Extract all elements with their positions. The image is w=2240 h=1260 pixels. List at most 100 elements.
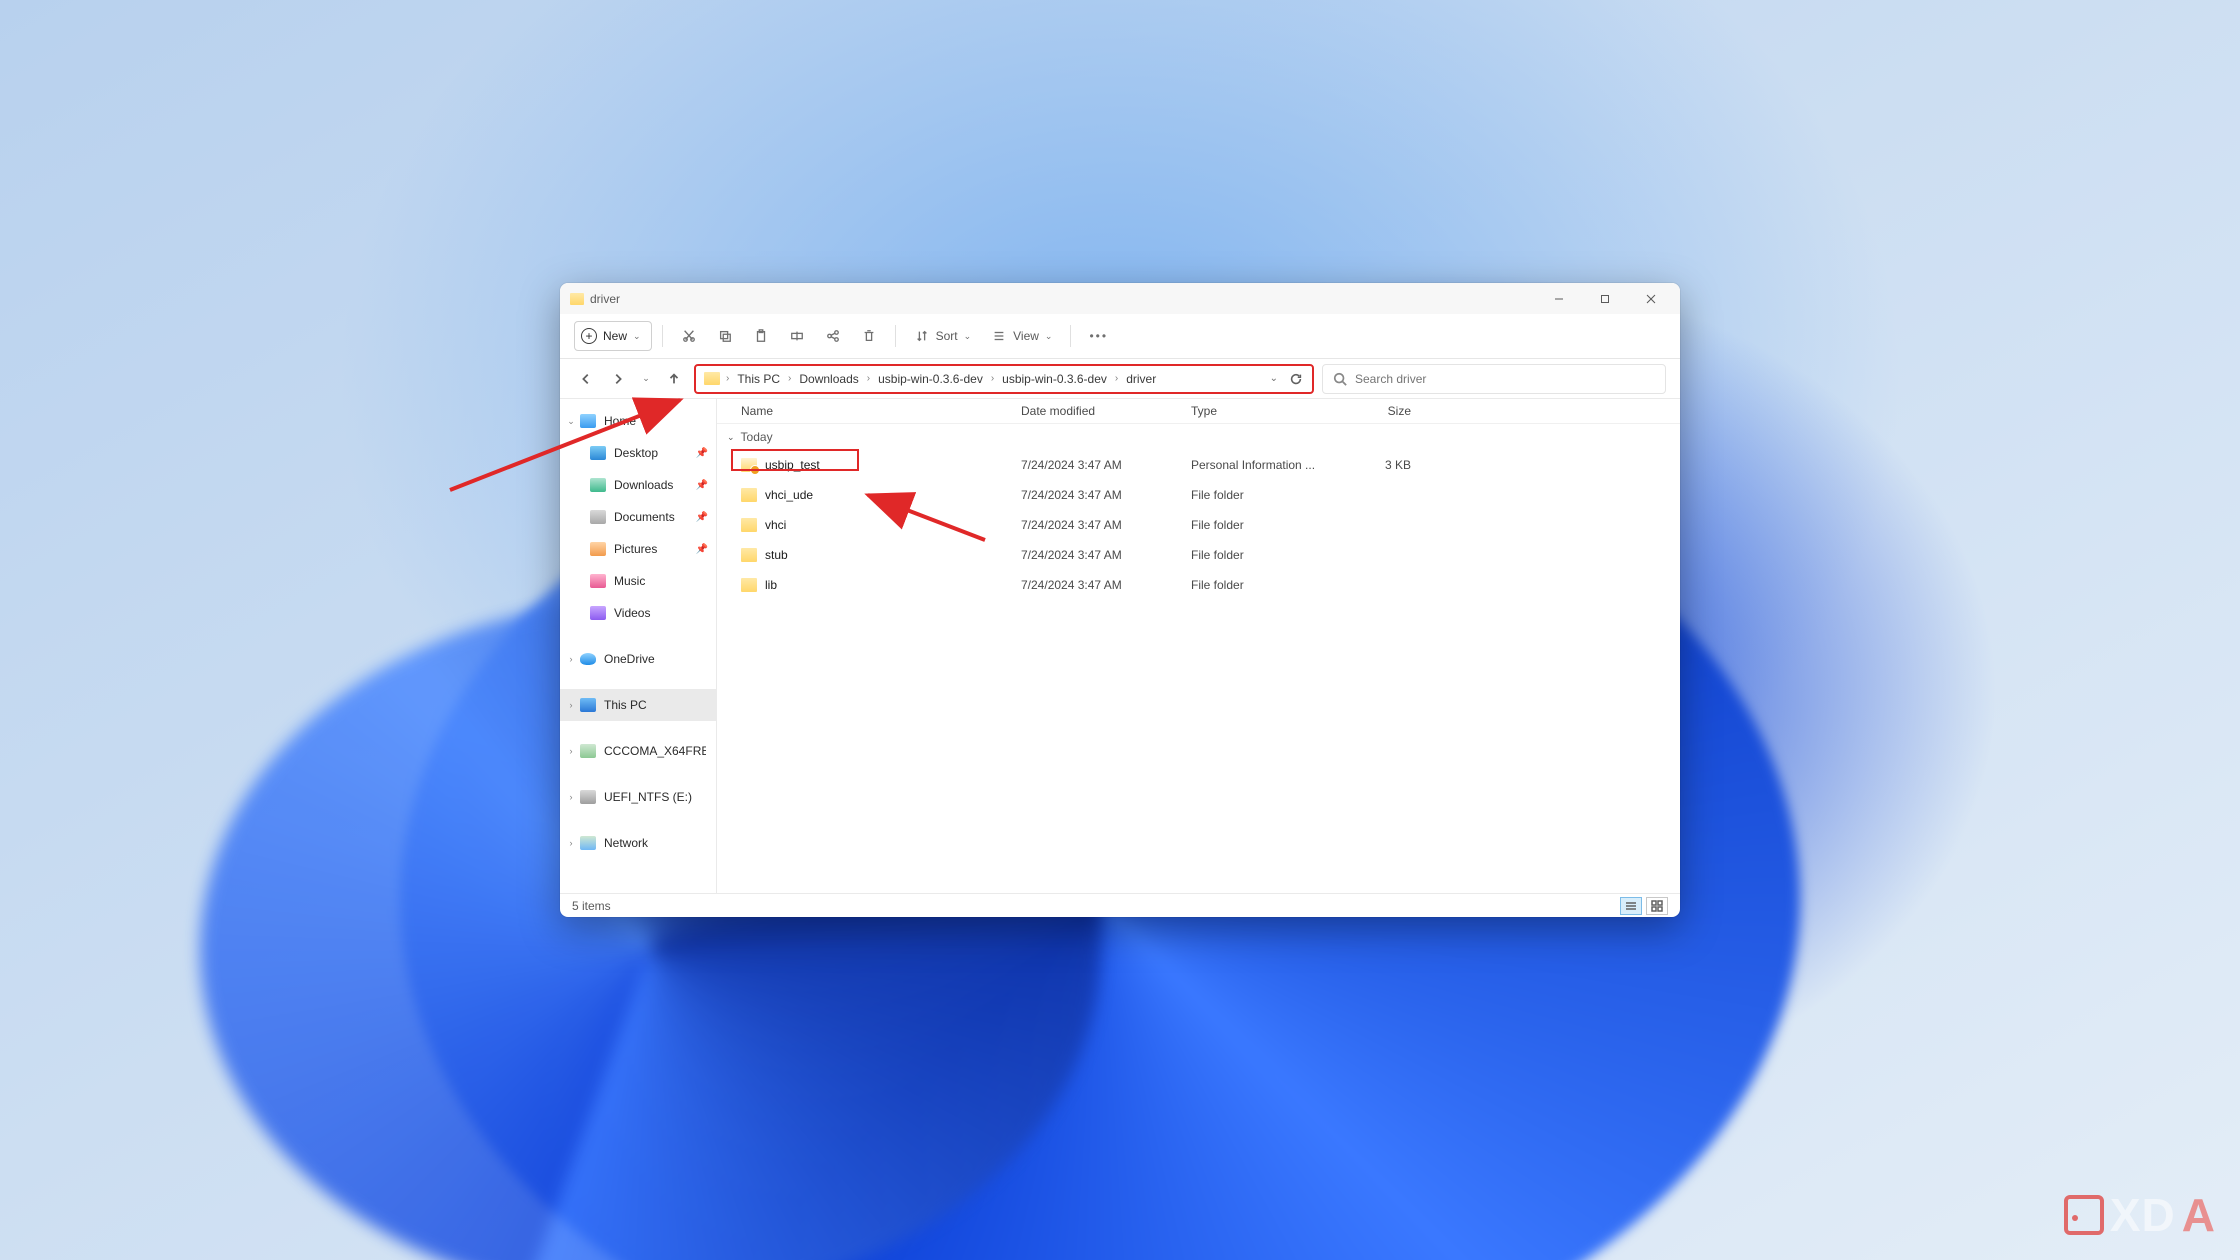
sidebar-label: Pictures [614,542,657,556]
explorer-window: driver + New ⌄ Sort ⌄ [560,283,1680,917]
sidebar-item-documents[interactable]: Documents 📌 [560,501,716,533]
folder-icon [570,293,584,305]
sidebar-item-network[interactable]: › Network [560,827,716,859]
sidebar-item-home[interactable]: ⌄ Home [560,405,716,437]
chevron-right-icon: › [989,373,996,384]
file-name: vhci_ude [765,488,813,502]
paste-button[interactable] [745,321,777,351]
search-box[interactable] [1322,364,1666,394]
minimize-button[interactable] [1536,283,1582,314]
chevron-down-icon: ⌄ [566,416,576,427]
recent-button[interactable]: ⌄ [638,367,654,391]
onedrive-icon [580,653,596,665]
file-type: File folder [1191,548,1331,562]
column-size[interactable]: Size [1331,404,1441,418]
documents-icon [590,510,606,524]
share-icon [825,328,841,344]
sidebar-label: This PC [604,698,647,712]
forward-button[interactable] [606,367,630,391]
pin-icon: 📌 [696,448,708,459]
file-name: vhci [765,518,786,532]
file-row[interactable]: vhci_ude 7/24/2024 3:47 AM File folder [717,480,1680,510]
address-bar[interactable]: › This PC › Downloads › usbip-win-0.3.6-… [694,364,1314,394]
file-row[interactable]: usbip_test 7/24/2024 3:47 AM Personal In… [717,450,1680,480]
large-icons-view-button[interactable] [1646,897,1668,915]
file-name: lib [765,578,777,592]
xda-watermark: XDA [2064,1188,2216,1242]
sidebar-item-pictures[interactable]: Pictures 📌 [560,533,716,565]
details-view-button[interactable] [1620,897,1642,915]
refresh-button[interactable] [1288,371,1304,387]
chevron-right-icon: › [566,838,576,848]
file-row[interactable]: lib 7/24/2024 3:47 AM File folder [717,570,1680,600]
sidebar-label: Desktop [614,446,658,460]
sort-label: Sort [936,329,958,343]
disk-icon [580,744,596,758]
folder-icon [741,488,757,502]
sidebar-label: OneDrive [604,652,655,666]
breadcrumb-item[interactable]: Downloads [797,372,860,386]
up-button[interactable] [662,367,686,391]
item-count: 5 items [572,899,611,913]
sidebar-item-videos[interactable]: Videos [560,597,716,629]
sidebar-item-drive[interactable]: › CCCOMA_X64FRE_E [560,735,716,767]
certificate-icon [741,458,757,472]
sidebar-label: Network [604,836,648,850]
sidebar-label: Music [614,574,645,588]
file-type: File folder [1191,488,1331,502]
sidebar-label: CCCOMA_X64FRE_E [604,744,706,758]
group-label: Today [741,430,773,444]
chevron-down-icon: ⌄ [727,432,735,443]
close-button[interactable] [1628,283,1674,314]
maximize-button[interactable] [1582,283,1628,314]
sort-button[interactable]: Sort ⌄ [906,321,980,351]
file-row[interactable]: vhci 7/24/2024 3:47 AM File folder [717,510,1680,540]
sidebar-item-drive[interactable]: › UEFI_NTFS (E:) [560,781,716,813]
divider [662,325,663,347]
file-date: 7/24/2024 3:47 AM [1021,548,1191,562]
cut-icon [681,328,697,344]
copy-button[interactable] [709,321,741,351]
usb-icon [580,790,596,804]
toolbar: + New ⌄ Sort ⌄ View ⌄ ••• [560,314,1680,359]
cut-button[interactable] [673,321,705,351]
chevron-down-icon: ⌄ [1045,331,1053,342]
breadcrumb-item[interactable]: This PC [735,372,782,386]
divider [895,325,896,347]
chevron-right-icon: › [865,373,872,384]
chevron-right-icon: › [566,746,576,756]
sidebar-item-this-pc[interactable]: › This PC [560,689,716,721]
sidebar-label: Downloads [614,478,673,492]
folder-icon [704,372,720,385]
view-label: View [1013,329,1039,343]
sidebar-item-onedrive[interactable]: › OneDrive [560,643,716,675]
address-dropdown[interactable]: ⌄ [1264,373,1284,384]
titlebar[interactable]: driver [560,283,1680,314]
column-type[interactable]: Type [1191,404,1331,418]
sidebar-item-downloads[interactable]: Downloads 📌 [560,469,716,501]
delete-button[interactable] [853,321,885,351]
sidebar-item-desktop[interactable]: Desktop 📌 [560,437,716,469]
column-name[interactable]: Name [741,404,1021,418]
chevron-right-icon: › [566,700,576,710]
group-header[interactable]: ⌄ Today [717,424,1680,450]
file-date: 7/24/2024 3:47 AM [1021,458,1191,472]
column-headers: Name Date modified Type Size [717,399,1680,424]
file-row[interactable]: stub 7/24/2024 3:47 AM File folder [717,540,1680,570]
sidebar-item-music[interactable]: Music [560,565,716,597]
breadcrumb-item[interactable]: usbip-win-0.3.6-dev [1000,372,1109,386]
nav-row: ⌄ › This PC › Downloads › usbip-win-0.3.… [560,359,1680,399]
new-label: New [603,329,627,343]
xda-logo-icon [2064,1195,2104,1235]
back-button[interactable] [574,367,598,391]
more-button[interactable]: ••• [1081,321,1116,351]
breadcrumb-item[interactable]: usbip-win-0.3.6-dev [876,372,985,386]
search-input[interactable] [1355,372,1655,386]
share-button[interactable] [817,321,849,351]
breadcrumb-item[interactable]: driver [1124,372,1158,386]
rename-button[interactable] [781,321,813,351]
column-date[interactable]: Date modified [1021,404,1191,418]
view-button[interactable]: View ⌄ [983,321,1060,351]
file-list: Name Date modified Type Size ⌄ Today usb… [717,399,1680,893]
new-button[interactable]: + New ⌄ [574,321,652,351]
